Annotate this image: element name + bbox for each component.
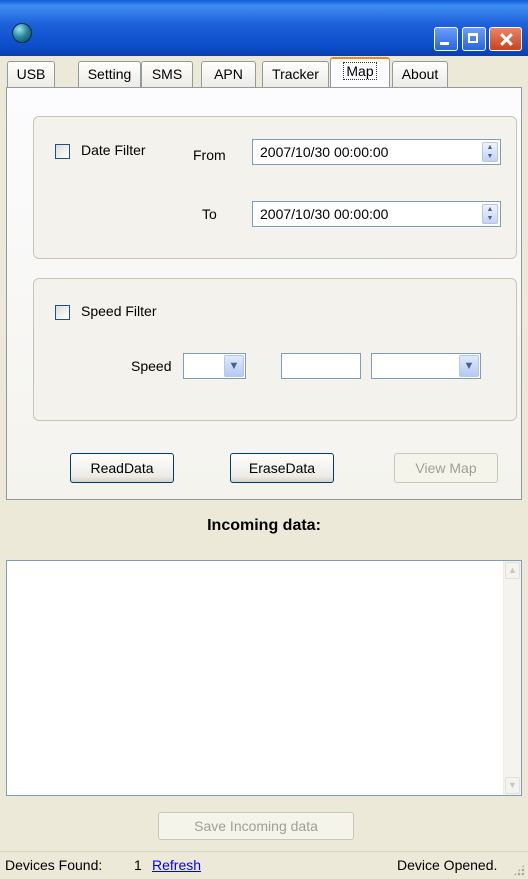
minimize-icon[interactable] <box>434 27 458 51</box>
date-filter-checkbox[interactable] <box>55 144 70 159</box>
status-bar: Devices Found: 1 Refresh Device Opened. <box>0 851 528 879</box>
from-label: From <box>193 147 226 163</box>
vertical-scrollbar[interactable]: ▲ ▼ <box>503 561 521 795</box>
to-datetime-value: 2007/10/30 00:00:00 <box>260 206 389 222</box>
updown-spinner-icon[interactable]: ▲ ▼ <box>482 142 498 162</box>
tab-usb[interactable]: USB <box>7 61 55 87</box>
date-filter-label[interactable]: Date Filter <box>81 142 146 158</box>
updown-spinner-icon[interactable]: ▲ ▼ <box>482 204 498 224</box>
from-datetime-picker[interactable]: 2007/10/30 00:00:00 ▲ ▼ <box>252 139 501 165</box>
devices-found-label: Devices Found: <box>5 857 103 873</box>
scroll-up-icon[interactable]: ▲ <box>505 562 520 579</box>
tab-map[interactable]: Map <box>330 57 390 88</box>
chevron-down-icon[interactable]: ▼ <box>224 355 244 377</box>
speed-filter-checkbox[interactable] <box>55 305 70 320</box>
tab-setting[interactable]: Setting <box>78 61 141 87</box>
save-incoming-data-button[interactable]: Save Incoming data <box>158 812 354 840</box>
to-datetime-picker[interactable]: 2007/10/30 00:00:00 ▲ ▼ <box>252 201 501 227</box>
scroll-down-icon[interactable]: ▼ <box>505 777 520 794</box>
view-map-button[interactable]: View Map <box>394 453 498 483</box>
to-label: To <box>202 206 217 222</box>
resize-grip-icon[interactable] <box>513 864 525 876</box>
speed-filter-group: Speed Filter Speed ▼ ▼ <box>33 278 517 421</box>
refresh-link[interactable]: Refresh <box>152 857 201 873</box>
globe-icon[interactable] <box>12 23 32 43</box>
tab-apn[interactable]: APN <box>201 61 256 87</box>
maximize-icon[interactable] <box>462 27 486 51</box>
tab-strip: USB Setting SMS APN Tracker Map About <box>0 56 528 88</box>
device-status-text: Device Opened. <box>397 857 498 873</box>
speed-filter-label[interactable]: Speed Filter <box>81 303 156 319</box>
speed-value-input[interactable] <box>281 353 361 379</box>
erase-data-button[interactable]: EraseData <box>230 453 334 483</box>
incoming-data-title: Incoming data: <box>207 517 321 534</box>
incoming-data-textarea[interactable]: ▲ ▼ <box>6 560 522 796</box>
title-bar[interactable] <box>0 0 528 56</box>
close-icon[interactable] <box>489 27 522 51</box>
read-data-button[interactable]: ReadData <box>70 453 174 483</box>
devices-found-count: 1 <box>134 857 142 873</box>
speed-unit-select[interactable]: ▼ <box>371 353 481 379</box>
chevron-down-icon[interactable]: ▼ <box>459 355 479 377</box>
date-filter-group: Date Filter From 2007/10/30 00:00:00 ▲ ▼ … <box>33 116 517 259</box>
tab-about[interactable]: About <box>392 61 448 87</box>
tab-sms[interactable]: SMS <box>141 61 193 87</box>
speed-operator-select[interactable]: ▼ <box>183 353 246 379</box>
map-tab-panel: Date Filter From 2007/10/30 00:00:00 ▲ ▼ … <box>6 87 522 500</box>
from-datetime-value: 2007/10/30 00:00:00 <box>260 144 389 160</box>
speed-label: Speed <box>131 358 172 374</box>
tab-tracker[interactable]: Tracker <box>262 61 329 87</box>
